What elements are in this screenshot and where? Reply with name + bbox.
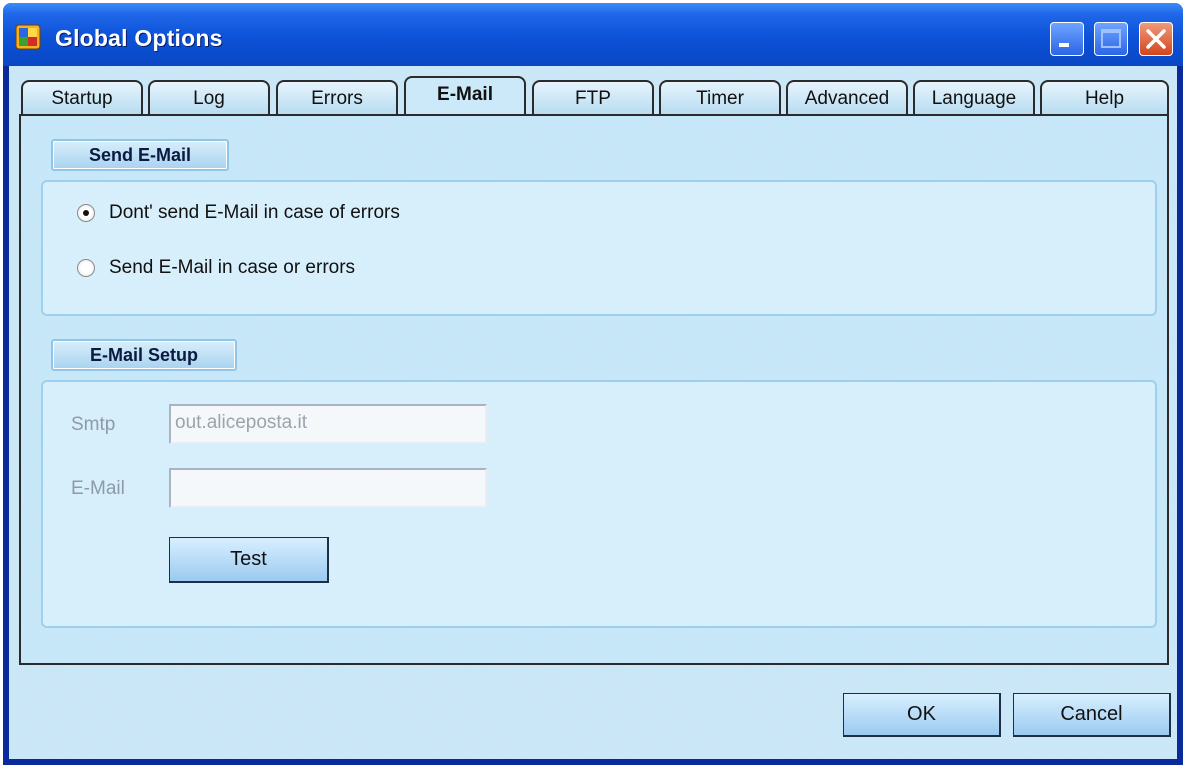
close-icon bbox=[1146, 29, 1166, 49]
tab-email[interactable]: E-Mail bbox=[404, 76, 526, 118]
app-icon bbox=[15, 24, 41, 50]
tab-strip: Startup Log Errors E-Mail FTP Timer Adva… bbox=[19, 74, 1169, 118]
title-bar[interactable]: Global Options bbox=[3, 3, 1183, 66]
tab-help[interactable]: Help bbox=[1040, 80, 1169, 116]
cancel-button[interactable]: Cancel bbox=[1013, 693, 1171, 737]
email-tab-panel: Send E-Mail Dont' send E-Mail in case of… bbox=[19, 114, 1169, 665]
radio-dont-send[interactable]: Dont' send E-Mail in case of errors bbox=[77, 202, 400, 224]
email-setup-group: Smtp out.aliceposta.it E-Mail Test bbox=[41, 380, 1157, 628]
maximize-icon bbox=[1101, 29, 1121, 48]
test-button[interactable]: Test bbox=[169, 537, 329, 583]
radio-send-button[interactable] bbox=[77, 259, 95, 277]
tab-startup[interactable]: Startup bbox=[21, 80, 143, 116]
email-label: E-Mail bbox=[71, 478, 125, 499]
radio-send-label: Send E-Mail in case or errors bbox=[109, 257, 356, 278]
minimize-icon bbox=[1059, 43, 1069, 47]
smtp-input[interactable]: out.aliceposta.it bbox=[169, 404, 487, 444]
tab-timer[interactable]: Timer bbox=[659, 80, 781, 116]
radio-dont-send-button[interactable] bbox=[77, 204, 95, 222]
send-email-group: Dont' send E-Mail in case of errors Send… bbox=[41, 180, 1157, 316]
window-title: Global Options bbox=[55, 25, 223, 51]
global-options-window: Global Options Startup Log Errors E-Mail… bbox=[3, 3, 1183, 765]
radio-dont-send-label: Dont' send E-Mail in case of errors bbox=[109, 202, 400, 223]
dialog-client-area: Startup Log Errors E-Mail FTP Timer Adva… bbox=[9, 66, 1177, 759]
tab-errors[interactable]: Errors bbox=[276, 80, 398, 116]
close-button[interactable] bbox=[1139, 22, 1173, 56]
tab-ftp[interactable]: FTP bbox=[532, 80, 654, 116]
radio-send[interactable]: Send E-Mail in case or errors bbox=[77, 257, 355, 279]
tab-log[interactable]: Log bbox=[148, 80, 270, 116]
tab-language[interactable]: Language bbox=[913, 80, 1035, 116]
ok-button[interactable]: OK bbox=[843, 693, 1001, 737]
send-email-group-label: Send E-Mail bbox=[51, 139, 229, 171]
tab-advanced[interactable]: Advanced bbox=[786, 80, 908, 116]
email-setup-group-label: E-Mail Setup bbox=[51, 339, 237, 371]
email-input[interactable] bbox=[169, 468, 487, 508]
smtp-label: Smtp bbox=[71, 414, 116, 435]
maximize-button[interactable] bbox=[1094, 22, 1128, 56]
minimize-button[interactable] bbox=[1050, 22, 1084, 56]
